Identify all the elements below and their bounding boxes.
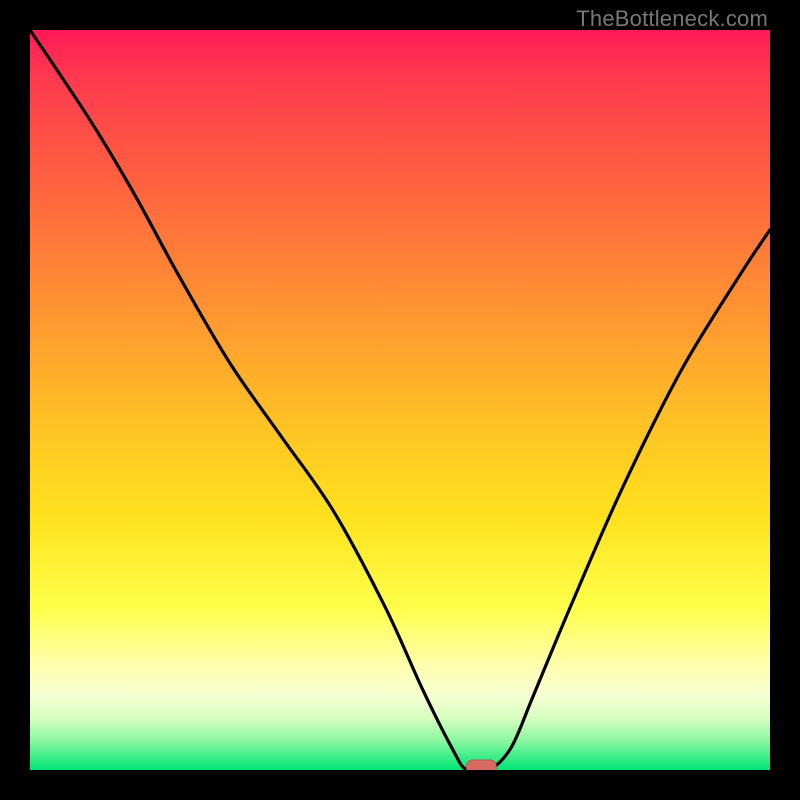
chart-svg (30, 30, 770, 770)
bottleneck-curve (30, 30, 770, 770)
watermark-text: TheBottleneck.com (576, 6, 768, 32)
chart-frame: TheBottleneck.com (0, 0, 800, 800)
plot-area (30, 30, 770, 770)
minimum-marker (467, 760, 497, 770)
